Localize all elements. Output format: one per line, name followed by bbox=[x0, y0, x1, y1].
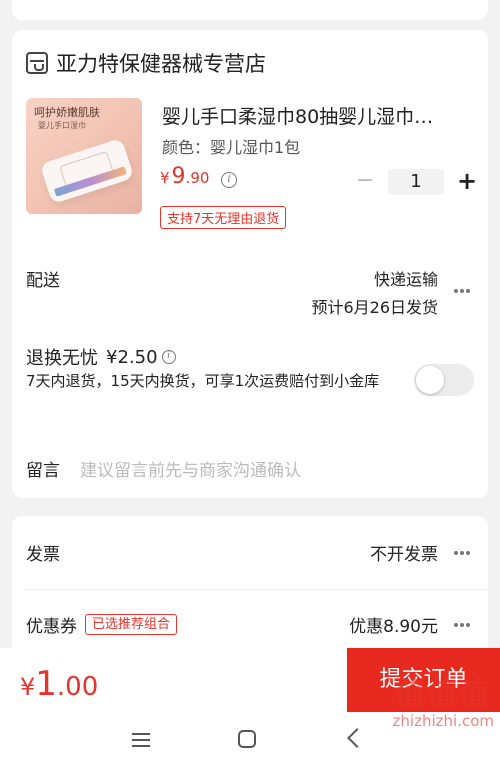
product-title[interactable]: 婴儿手口柔湿巾80抽婴儿湿巾… bbox=[162, 102, 462, 129]
watermark: 值值值 zhizhizhi.com bbox=[392, 677, 494, 731]
wipes-pack-image bbox=[39, 137, 135, 205]
return-policy-tag: 支持7天无理由退货 bbox=[160, 206, 287, 229]
invoice-more-icon[interactable] bbox=[454, 550, 470, 556]
price-integer: 9 bbox=[171, 164, 186, 189]
insurance-title: 退换无忧 bbox=[26, 348, 98, 369]
total-integer: 1 bbox=[35, 664, 57, 704]
order-item-card: 亚力特保健器械专营店 呵护娇嫩肌肤 婴儿手口湿巾 婴儿手口柔湿巾80抽婴儿湿巾…… bbox=[12, 30, 488, 498]
message-label: 留言 bbox=[26, 461, 60, 481]
total-symbol: ¥ bbox=[20, 673, 36, 701]
coupon-label: 优惠券 bbox=[26, 617, 77, 637]
insurance-info-icon[interactable]: i bbox=[161, 350, 176, 364]
insurance-price: ¥2.50 bbox=[106, 346, 158, 368]
shipping-eta: 预计6月26日发货 bbox=[311, 298, 438, 317]
quantity-input[interactable]: 1 bbox=[388, 169, 444, 195]
shipping-more-icon[interactable] bbox=[454, 288, 470, 294]
product-price: ¥ 9 .90 bbox=[160, 164, 209, 189]
insurance-header: 退换无忧 ¥2.50 i bbox=[26, 344, 176, 370]
decrease-button[interactable]: − bbox=[350, 169, 380, 195]
previous-card bbox=[12, 0, 488, 20]
price-symbol: ¥ bbox=[160, 169, 170, 187]
store-icon bbox=[26, 52, 48, 74]
quantity-stepper: − 1 + bbox=[350, 169, 482, 195]
insurance-toggle[interactable] bbox=[414, 364, 474, 396]
invoice-value[interactable]: 不开发票 bbox=[370, 540, 438, 565]
coupon-tag: 已选推荐组合 bbox=[85, 614, 178, 635]
shop-header[interactable]: 亚力特保健器械专营店 bbox=[26, 48, 266, 78]
toggle-knob bbox=[416, 366, 444, 394]
total-price: ¥ 1 .00 bbox=[20, 664, 98, 704]
coupon-row: 优惠券 已选推荐组合 bbox=[26, 612, 178, 637]
product-thumbnail[interactable]: 呵护娇嫩肌肤 婴儿手口湿巾 bbox=[26, 98, 142, 214]
coupon-value[interactable]: 优惠8.90元 bbox=[349, 612, 438, 637]
watermark-text: zhizhizhi.com bbox=[392, 712, 494, 730]
shipping-label: 配送 bbox=[26, 271, 60, 291]
shop-name: 亚力特保健器械专营店 bbox=[56, 52, 266, 76]
shipping-method[interactable]: 快递运输 bbox=[374, 266, 438, 290]
invoice-label: 发票 bbox=[26, 545, 60, 565]
price-info-icon[interactable]: i bbox=[221, 172, 237, 188]
menu-icon[interactable] bbox=[132, 732, 150, 748]
total-decimal: .00 bbox=[56, 672, 99, 702]
increase-button[interactable]: + bbox=[452, 169, 482, 195]
watermark-logo: 值值值 bbox=[395, 677, 492, 712]
coupon-more-icon[interactable] bbox=[454, 622, 470, 628]
insurance-description: 7天内退货，15天内换货，可享1次运费赔付到小金库 bbox=[26, 372, 380, 390]
thumbnail-caption: 呵护娇嫩肌肤 bbox=[34, 106, 100, 119]
thumbnail-subcaption: 婴儿手口湿巾 bbox=[38, 121, 86, 130]
divider bbox=[26, 589, 488, 590]
product-spec[interactable]: 颜色：婴儿湿巾1包 bbox=[162, 134, 300, 158]
back-icon[interactable] bbox=[347, 728, 367, 748]
message-input[interactable]: 建议留言前先与商家沟通确认 bbox=[80, 456, 301, 481]
home-icon[interactable] bbox=[238, 730, 256, 748]
price-decimal: .90 bbox=[185, 169, 210, 187]
